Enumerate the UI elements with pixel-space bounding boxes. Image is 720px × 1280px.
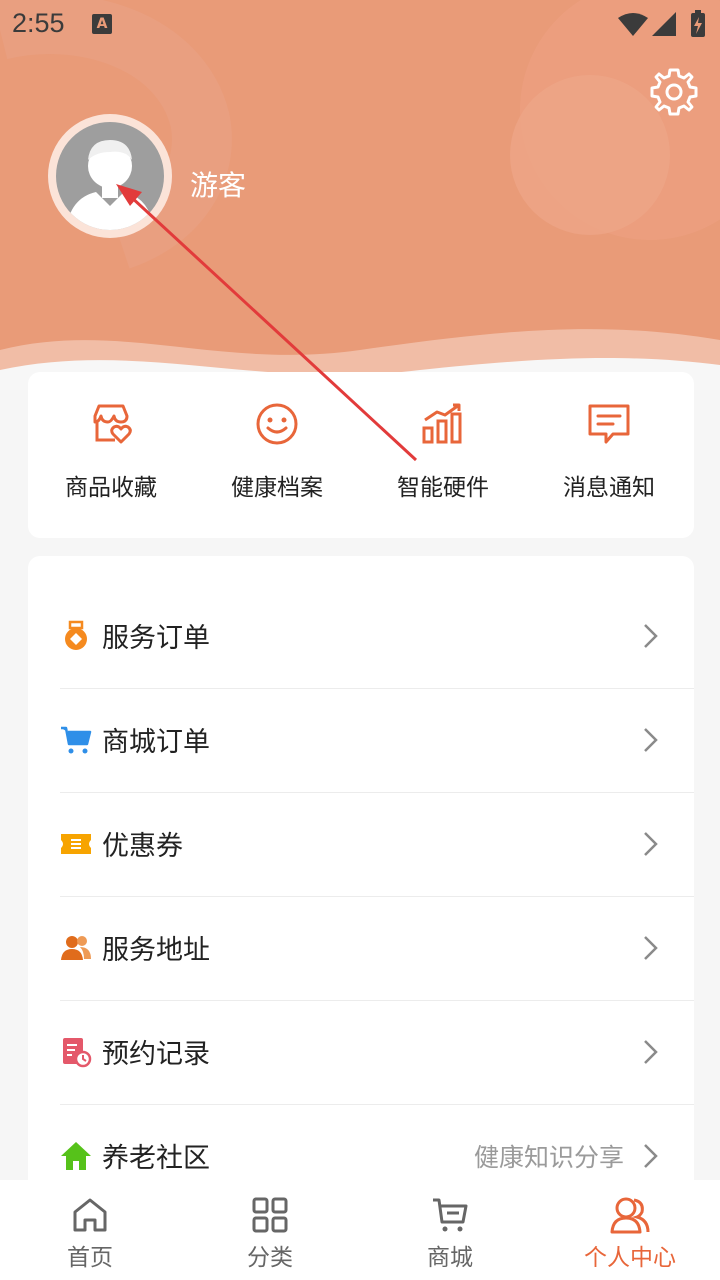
quick-item-notifications[interactable]: 消息通知 — [526, 402, 692, 502]
menu-extra-health-knowledge: 健康知识分享 — [473, 1143, 624, 1172]
shop-heart-icon — [93, 404, 132, 444]
tab-mall[interactable]: 商城 — [360, 1196, 540, 1272]
notification-a-icon: A — [92, 14, 112, 34]
menu-row-service-address[interactable]: 服务地址 — [60, 896, 694, 1001]
settings-gear-icon[interactable] — [648, 66, 700, 118]
status-time: 2:55 — [12, 8, 65, 38]
tab-profile[interactable]: 个人中心 — [540, 1196, 720, 1272]
medal-icon — [65, 620, 87, 650]
wifi-icon — [618, 13, 648, 36]
tab-label-mall: 商城 — [427, 1245, 473, 1271]
grid-icon — [252, 1197, 288, 1233]
menu-label-mall-orders: 商城订单 — [102, 727, 210, 758]
message-icon — [588, 404, 630, 444]
bottom-tab-bar: 首页 分类 商城 个人中心 — [0, 1180, 720, 1280]
smile-icon — [256, 403, 298, 445]
coupon-icon — [61, 834, 91, 854]
cart-outline-icon — [433, 1198, 468, 1232]
tab-category[interactable]: 分类 — [180, 1196, 360, 1272]
chevron-right-icon — [644, 936, 658, 960]
chevron-right-icon — [644, 1144, 658, 1168]
menu-label-service-orders: 服务订单 — [102, 623, 210, 654]
chevron-right-icon — [644, 1040, 658, 1064]
chevron-right-icon — [644, 832, 658, 856]
menu-row-service-orders[interactable]: 服务订单 — [60, 584, 694, 689]
quick-actions-card: 商品收藏 健康档案 智能硬件 消息通知 — [28, 372, 694, 538]
quick-label-smart-hardware: 智能硬件 — [397, 475, 489, 501]
record-icon — [63, 1038, 92, 1068]
profile-header: 2:55 A 游客 — [0, 0, 720, 390]
bar-chart-icon — [422, 403, 462, 444]
users-icon — [610, 1197, 650, 1234]
avatar[interactable] — [56, 122, 164, 230]
quick-label-notifications: 消息通知 — [563, 475, 655, 501]
menu-label-coupons: 优惠券 — [102, 831, 183, 862]
menu-label-service-address: 服务地址 — [102, 935, 210, 966]
chevron-right-icon — [644, 624, 658, 648]
default-user-icon — [66, 140, 154, 230]
menu-list: 服务订单 商城订单 优惠券 服务地址 预约记录 养老社区 健康知识分享 — [28, 556, 694, 1196]
menu-row-mall-orders[interactable]: 商城订单 — [60, 688, 694, 793]
quick-item-smart-hardware[interactable]: 智能硬件 — [360, 402, 526, 502]
menu-row-appointments[interactable]: 预约记录 — [60, 1000, 694, 1105]
people-icon — [61, 936, 91, 960]
status-bar: 2:55 A — [0, 0, 720, 50]
menu-row-coupons[interactable]: 优惠券 — [60, 792, 694, 897]
quick-label-health-records: 健康档案 — [231, 475, 323, 501]
cart-icon — [61, 726, 92, 754]
tab-label-home: 首页 — [67, 1245, 113, 1271]
home-icon — [61, 1142, 91, 1170]
home-outline-icon — [73, 1198, 107, 1232]
signal-icon — [652, 12, 676, 36]
chevron-right-icon — [644, 728, 658, 752]
quick-label-favorites: 商品收藏 — [65, 475, 157, 501]
menu-label-community: 养老社区 — [102, 1143, 210, 1174]
tab-label-profile: 个人中心 — [584, 1245, 676, 1271]
battery-charging-icon — [691, 10, 705, 37]
quick-item-health-records[interactable]: 健康档案 — [194, 402, 360, 502]
menu-label-appointments: 预约记录 — [102, 1039, 210, 1070]
quick-item-favorites[interactable]: 商品收藏 — [28, 402, 194, 502]
tab-home[interactable]: 首页 — [0, 1196, 180, 1272]
username[interactable]: 游客 — [190, 164, 246, 204]
tab-label-category: 分类 — [247, 1245, 293, 1271]
